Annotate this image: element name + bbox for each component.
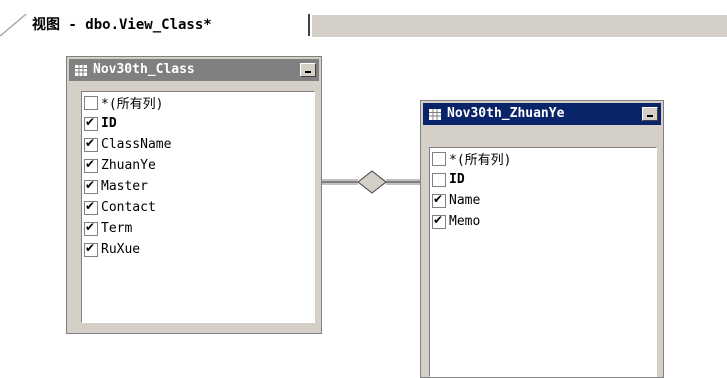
table-title: Nov30th_ZhuanYe [447, 106, 565, 121]
checkmark-icon[interactable] [84, 220, 98, 236]
table-title-bar[interactable]: Nov30th_ZhuanYe [423, 103, 661, 125]
table-grid-icon [429, 108, 441, 120]
join-diamond-icon[interactable] [357, 170, 387, 194]
column-label: *(所有列) [449, 153, 512, 168]
column-row[interactable]: ZhuanYe [82, 155, 156, 176]
column-checkbox[interactable] [84, 95, 98, 110]
column-row[interactable]: Term [82, 218, 132, 239]
column-label: ID [101, 116, 117, 131]
column-label: ZhuanYe [101, 158, 156, 173]
column-list[interactable]: *(所有列) ID ClassName ZhuanYe Master Contact Ter… [81, 91, 315, 323]
checkmark-icon[interactable] [432, 213, 446, 229]
column-checkbox[interactable] [432, 151, 446, 166]
column-list[interactable]: *(所有列) ID Name Memo [429, 147, 657, 377]
table-title-bar[interactable]: Nov30th_Class [69, 59, 319, 81]
column-row[interactable]: Contact [82, 197, 156, 218]
column-label: Contact [101, 200, 156, 215]
checkmark-icon[interactable] [84, 241, 98, 257]
column-label: ID [449, 172, 465, 187]
column-checkbox[interactable] [432, 172, 446, 187]
column-label: RuXue [101, 242, 141, 257]
minimize-icon[interactable] [300, 63, 316, 77]
column-label: *(所有列) [101, 97, 164, 112]
column-label: Memo [449, 214, 481, 229]
column-row[interactable]: *(所有列) [430, 148, 511, 169]
column-label: Term [101, 221, 133, 236]
table-box-class[interactable]: Nov30th_Class *(所有列) ID ClassName ZhuanYe Ma… [66, 56, 322, 334]
checkmark-icon[interactable] [84, 178, 98, 194]
checkmark-icon[interactable] [84, 199, 98, 215]
checkmark-icon[interactable] [84, 136, 98, 152]
column-row[interactable]: Master [82, 176, 148, 197]
column-row[interactable]: RuXue [82, 239, 140, 260]
checkmark-icon[interactable] [84, 115, 98, 131]
column-row[interactable]: Name [430, 190, 480, 211]
table-title: Nov30th_Class [93, 62, 195, 77]
join-line-left [320, 179, 358, 185]
column-row[interactable]: Memo [430, 211, 480, 232]
column-row[interactable]: ID [430, 169, 465, 190]
column-row[interactable]: ClassName [82, 134, 171, 155]
column-label: Name [449, 193, 481, 208]
column-row[interactable]: *(所有列) [82, 92, 163, 113]
table-grid-icon [75, 64, 87, 76]
minimize-icon[interactable] [642, 107, 658, 121]
table-box-zhuanye[interactable]: Nov30th_ZhuanYe *(所有列) ID Name Memo [420, 100, 664, 378]
column-row[interactable]: ID [82, 113, 117, 134]
checkmark-icon[interactable] [432, 192, 446, 208]
checkmark-icon[interactable] [84, 157, 98, 173]
column-label: ClassName [101, 137, 172, 152]
column-label: Master [101, 179, 148, 194]
